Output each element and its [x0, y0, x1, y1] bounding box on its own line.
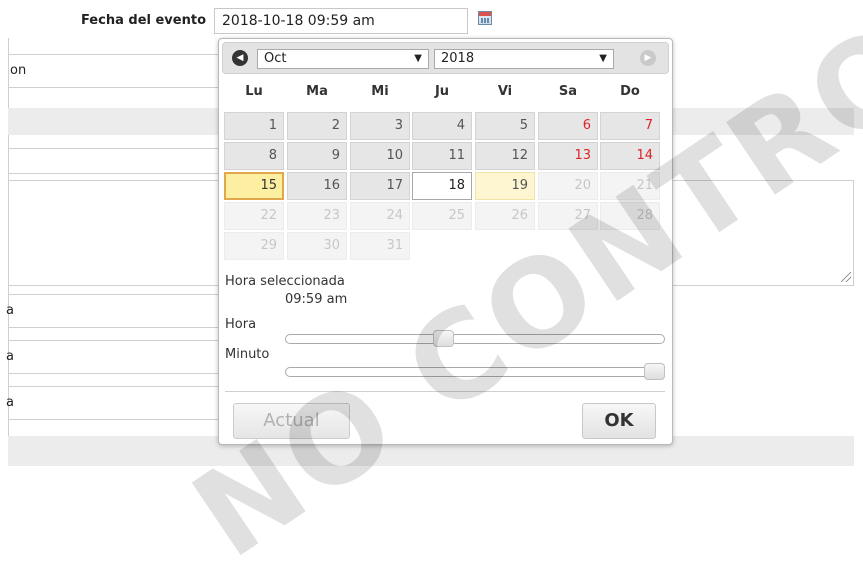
form-field-3[interactable] [8, 294, 223, 328]
hour-label: Hora [225, 317, 257, 332]
day-cell[interactable]: 12 [475, 142, 535, 170]
year-select-value: 2018 [441, 51, 475, 66]
form-field-1[interactable] [8, 54, 223, 88]
day-cell[interactable]: 9 [287, 142, 347, 170]
day-cell[interactable]: 8 [224, 142, 284, 170]
resize-grip-icon[interactable] [841, 272, 851, 282]
selected-time-label: Hora seleccionada [225, 274, 345, 289]
weekday-lu: Lu [245, 84, 263, 99]
day-cell: 25 [412, 202, 472, 230]
datepicker-header: ◀ Oct ▼ 2018 ▼ ▶ [222, 42, 669, 74]
day-cell[interactable]: 13 [538, 142, 598, 170]
chevron-down-icon: ▼ [599, 53, 607, 64]
day-cell[interactable]: 10 [350, 142, 410, 170]
day-cell: 30 [287, 232, 347, 260]
day-cell: 20 [538, 172, 598, 200]
weekday-header: Lu Ma Mi Ju Vi Sa Do [224, 84, 664, 104]
day-cell[interactable]: 14 [600, 142, 660, 170]
day-cell: 21 [600, 172, 660, 200]
minute-slider[interactable] [285, 363, 665, 380]
field-label-partial-a2: a [6, 349, 14, 364]
day-cell[interactable]: 16 [287, 172, 347, 200]
datepicker-popup: ◀ Oct ▼ 2018 ▼ ▶ Lu Ma Mi Ju Vi Sa Do 12… [218, 38, 673, 445]
hour-slider-handle[interactable] [433, 330, 454, 347]
weekday-ma: Ma [306, 84, 328, 99]
minute-label: Minuto [225, 347, 270, 362]
day-cell: 24 [350, 202, 410, 230]
selected-time-value: 09:59 am [285, 292, 348, 307]
event-date-input[interactable]: 2018-10-18 09:59 am [214, 8, 468, 34]
day-cell: 22 [224, 202, 284, 230]
day-cell[interactable]: 6 [538, 112, 598, 140]
field-label-partial-a3: a [6, 395, 14, 410]
day-cell[interactable]: 19 [475, 172, 535, 200]
month-select[interactable]: Oct ▼ [257, 49, 429, 69]
next-month-icon[interactable]: ▶ [640, 50, 656, 66]
form-field-4[interactable] [8, 340, 223, 374]
minute-slider-handle[interactable] [644, 363, 665, 380]
day-grid: 1 2 3 4 5 6 7 8 9 10 11 12 13 14 15 16 17 18 19 20 21 22 23 24 2… [224, 112, 665, 262]
day-cell[interactable]: 4 [412, 112, 472, 140]
field-label-partial: on [10, 63, 27, 78]
day-cell[interactable]: 7 [600, 112, 660, 140]
weekday-sa: Sa [558, 84, 578, 99]
day-cell: 27 [538, 202, 598, 230]
event-date-label: Fecha del evento [80, 13, 206, 28]
day-cell: 28 [600, 202, 660, 230]
day-cell[interactable]: 17 [350, 172, 410, 200]
day-cell: 23 [287, 202, 347, 230]
weekday-mi: Mi [371, 84, 389, 99]
now-button[interactable]: Actual [233, 403, 350, 439]
year-select[interactable]: 2018 ▼ [434, 49, 614, 69]
field-label-partial-a1: a [6, 303, 14, 318]
day-cell[interactable]: 2 [287, 112, 347, 140]
weekday-ju: Ju [434, 84, 450, 99]
calendar-icon[interactable] [478, 11, 492, 25]
day-cell[interactable]: 11 [412, 142, 472, 170]
month-select-value: Oct [264, 51, 287, 66]
prev-month-icon[interactable]: ◀ [232, 50, 248, 66]
day-cell: 26 [475, 202, 535, 230]
day-cell[interactable]: 5 [475, 112, 535, 140]
day-cell[interactable]: 3 [350, 112, 410, 140]
form-field-2[interactable] [8, 148, 223, 174]
button-divider [225, 391, 665, 392]
weekday-vi: Vi [497, 84, 513, 99]
ok-button[interactable]: OK [582, 403, 656, 439]
weekday-do: Do [620, 84, 640, 99]
form-field-5[interactable] [8, 386, 223, 420]
day-cell: 29 [224, 232, 284, 260]
day-cell[interactable]: 18 [412, 172, 472, 200]
day-cell: 31 [350, 232, 410, 260]
day-cell[interactable]: 1 [224, 112, 284, 140]
hour-slider[interactable] [285, 330, 665, 347]
day-cell[interactable]: 15 [224, 172, 284, 200]
chevron-down-icon: ▼ [414, 53, 422, 64]
